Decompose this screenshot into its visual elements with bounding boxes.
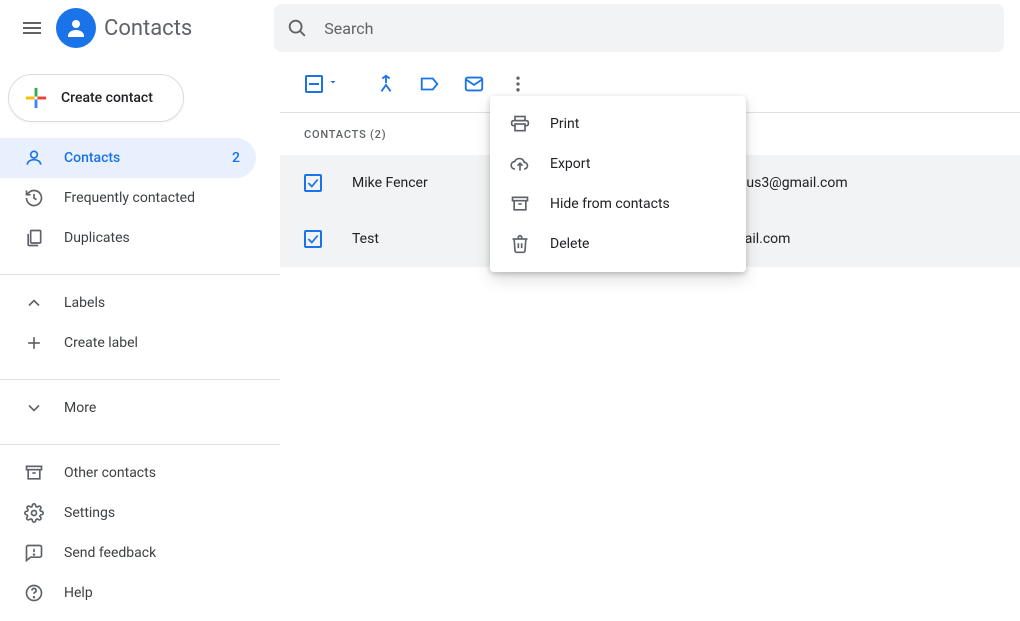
email-button[interactable]: [456, 66, 492, 102]
sidebar-item-help[interactable]: Help: [0, 573, 280, 613]
cloud-upload-icon: [510, 154, 530, 174]
print-icon: [510, 114, 530, 134]
search-placeholder: Search: [324, 19, 373, 38]
menu-label: Delete: [550, 236, 589, 252]
contacts-logo-icon: [56, 8, 96, 48]
app-title: Contacts: [104, 16, 192, 41]
sidebar-item-contacts[interactable]: Contacts 2: [0, 138, 256, 178]
sidebar-item-duplicates[interactable]: Duplicates: [0, 218, 256, 258]
help-icon: [24, 583, 44, 603]
sidebar-label: More: [64, 400, 96, 416]
sidebar-label: Duplicates: [64, 230, 130, 246]
caret-down-icon: [327, 76, 339, 92]
person-icon: [24, 148, 44, 168]
contacts-count: 2: [232, 150, 240, 166]
sidebar-label: Settings: [64, 505, 115, 521]
sidebar-more-toggle[interactable]: More: [0, 388, 280, 428]
menu-item-export[interactable]: Export: [490, 144, 746, 184]
main-area: Print Export Hide from contacts Delete C…: [280, 56, 1020, 267]
sidebar-label: Contacts: [64, 150, 120, 166]
merge-icon: [375, 73, 397, 95]
sidebar-label: Help: [64, 585, 93, 601]
menu-item-delete[interactable]: Delete: [490, 224, 746, 264]
plus-multicolor-icon: [23, 85, 49, 111]
sidebar-label: Other contacts: [64, 465, 156, 481]
sidebar: Create contact Contacts 2 Frequently con…: [0, 56, 280, 621]
hamburger-menu-button[interactable]: [8, 16, 56, 40]
chevron-down-icon: [24, 398, 44, 418]
indeterminate-checkbox-icon: [305, 75, 323, 93]
archive-icon: [24, 463, 44, 483]
search-icon: [286, 17, 308, 39]
search-input[interactable]: Search: [274, 4, 1004, 52]
email-icon: [463, 73, 485, 95]
menu-label: Export: [550, 156, 590, 172]
label-icon: [419, 73, 441, 95]
contact-email: gmelius3@gmail.com: [712, 175, 1020, 191]
plus-icon: [24, 333, 44, 353]
check-icon: [306, 176, 320, 190]
create-contact-label: Create contact: [61, 90, 153, 106]
sidebar-item-feedback[interactable]: Send feedback: [0, 533, 280, 573]
selection-toggle-button[interactable]: [304, 66, 340, 102]
history-icon: [24, 188, 44, 208]
action-toolbar: Print Export Hide from contacts Delete: [280, 56, 1020, 112]
trash-icon: [510, 234, 530, 254]
sidebar-create-label[interactable]: Create label: [0, 323, 280, 363]
sidebar-label: Create label: [64, 335, 138, 351]
menu-item-print[interactable]: Print: [490, 104, 746, 144]
menu-item-hide[interactable]: Hide from contacts: [490, 184, 746, 224]
chevron-up-icon: [24, 293, 44, 313]
gear-icon: [24, 503, 44, 523]
sidebar-item-settings[interactable]: Settings: [0, 493, 280, 533]
sidebar-label: Frequently contacted: [64, 190, 195, 206]
feedback-icon: [24, 543, 44, 563]
contact-email: @gmail.com: [712, 231, 1020, 247]
duplicates-icon: [24, 228, 44, 248]
row-checkbox[interactable]: [304, 174, 322, 192]
sidebar-label: Send feedback: [64, 545, 156, 561]
menu-label: Hide from contacts: [550, 196, 670, 212]
sidebar-item-frequent[interactable]: Frequently contacted: [0, 178, 256, 218]
more-vert-icon: [508, 74, 528, 94]
merge-button[interactable]: [368, 66, 404, 102]
sidebar-labels-toggle[interactable]: Labels: [0, 283, 280, 323]
more-actions-menu: Print Export Hide from contacts Delete: [490, 96, 746, 272]
archive-icon: [510, 194, 530, 214]
row-checkbox[interactable]: [304, 230, 322, 248]
app-logo: Contacts: [56, 8, 192, 48]
menu-label: Print: [550, 116, 579, 132]
create-contact-button[interactable]: Create contact: [8, 74, 184, 122]
sidebar-item-other-contacts[interactable]: Other contacts: [0, 453, 280, 493]
check-icon: [306, 232, 320, 246]
label-button[interactable]: [412, 66, 448, 102]
sidebar-label: Labels: [64, 295, 105, 311]
